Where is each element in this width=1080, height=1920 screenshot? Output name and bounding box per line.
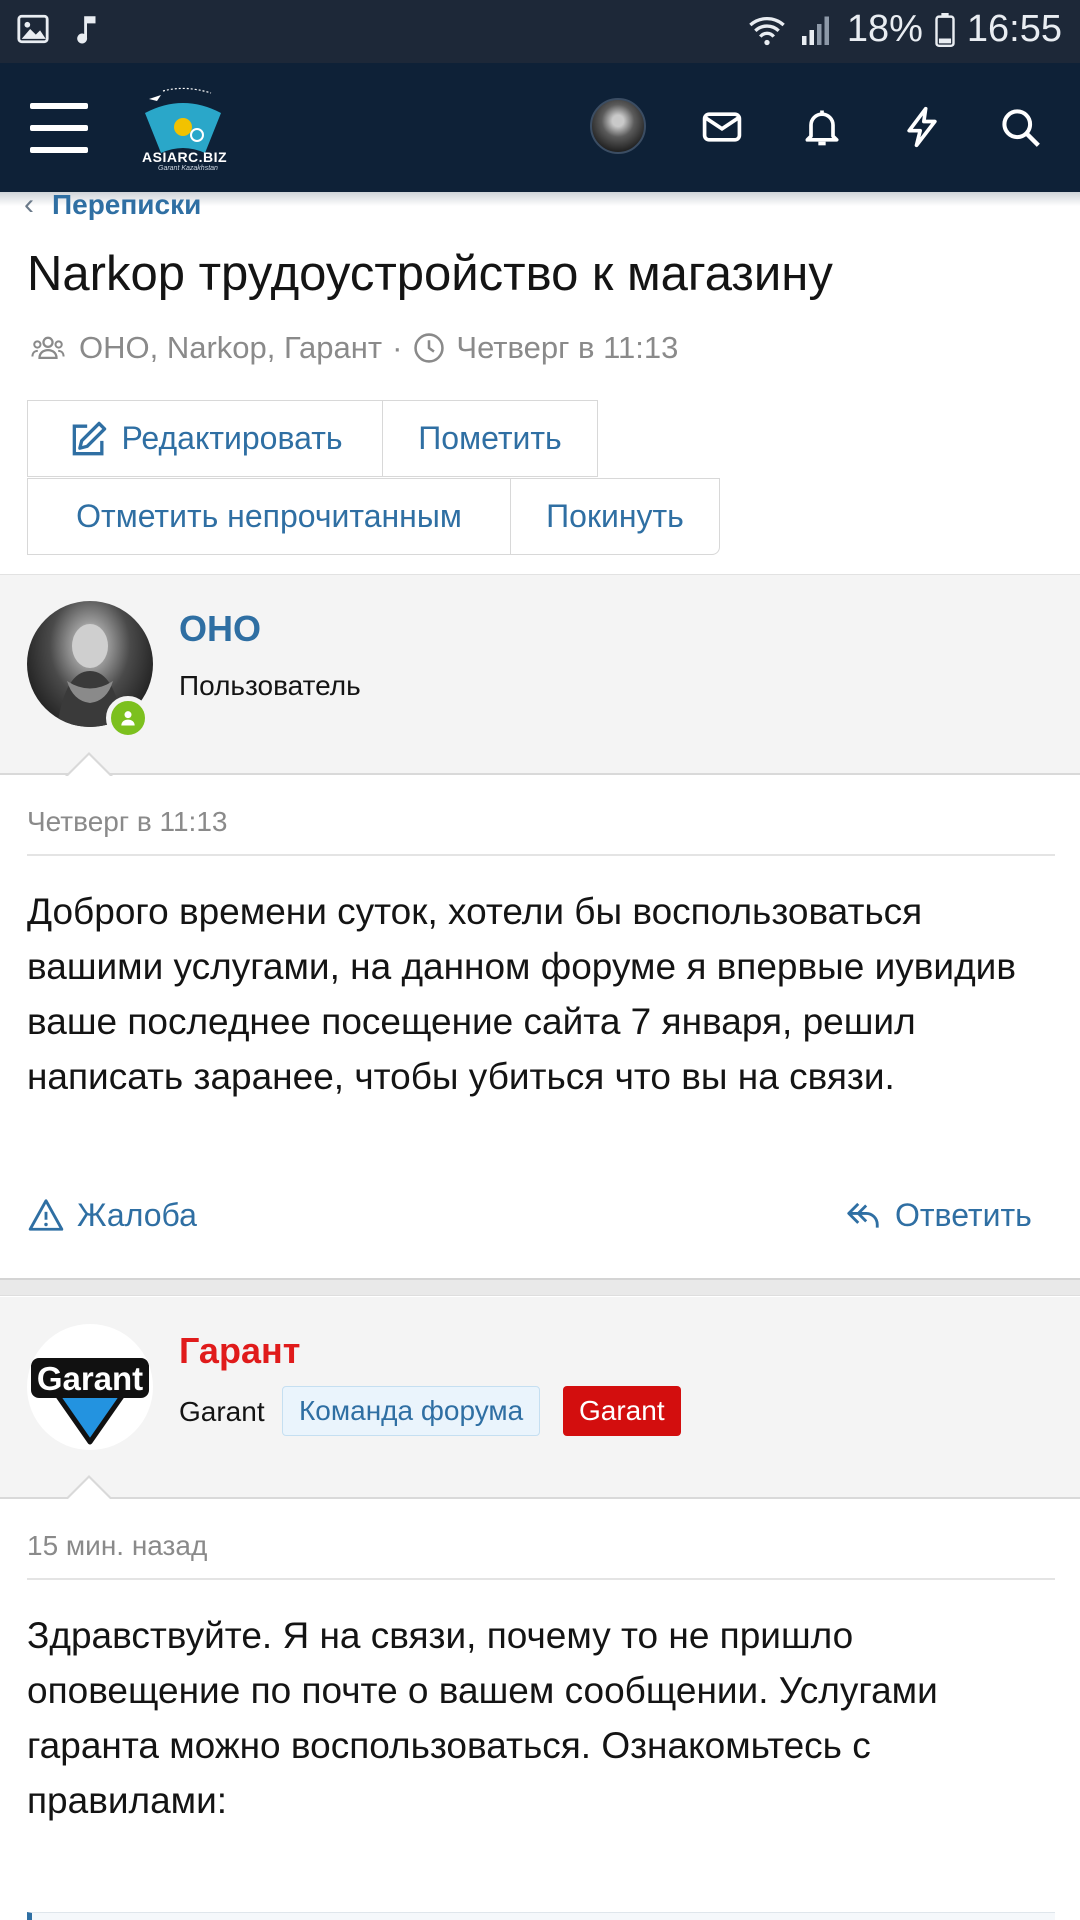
leave-button-label: Покинуть [546,498,684,534]
avatar[interactable]: Garant [27,1324,153,1450]
battery-percent: 18% [846,8,923,50]
status-bar: 18% 16:55 [0,0,1080,63]
bell-icon[interactable] [800,105,844,149]
username-link[interactable]: ОНО [179,608,261,650]
wifi-icon [749,16,785,45]
online-status-icon [106,696,150,740]
mark-unread-button[interactable]: Отметить непрочитанным [27,478,511,555]
warning-icon [28,1199,64,1231]
chevron-left-icon: ‹ [24,188,34,221]
svg-text:Garant: Garant [37,1360,143,1397]
report-label: Жалоба [77,1196,197,1233]
team-badge: Команда форума [282,1386,541,1436]
message-notch-fill [67,755,111,777]
mark-button[interactable]: Пометить [382,400,598,477]
breadcrumb[interactable]: ‹ Переписки [24,188,201,222]
mail-icon[interactable] [700,105,744,149]
report-link[interactable]: Жалоба [27,1196,197,1234]
logo-subtext: Garant Kazakhstan [158,165,218,172]
garant-badge: Garant [563,1386,681,1436]
search-icon[interactable] [998,105,1042,149]
app-bar: ASIARC.BIZ Garant Kazakhstan [0,63,1080,192]
music-note-icon [77,16,96,44]
lightning-icon[interactable] [900,105,944,149]
user-title: Garant [179,1396,265,1427]
message-date[interactable]: Четверг в 11:13 [27,806,227,838]
divider [27,854,1055,856]
edit-button[interactable]: Редактировать [27,400,383,477]
edit-icon [73,421,107,455]
message-separator [0,1278,1080,1296]
edit-button-label: Редактировать [121,420,343,456]
image-icon [17,14,49,44]
reply-link[interactable]: Ответить [843,1196,1032,1234]
message-notch-fill [67,1478,111,1500]
garant-logo: Garant [31,1358,149,1445]
conversation-meta: ОНО, Narkop, Гарант · Четверг в 11:13 [27,330,678,366]
message-body: Доброго времени суток, хотели бы восполь… [27,891,1017,1097]
message-user-band [0,574,1080,775]
mark-button-label: Пометить [418,420,562,456]
user-title: Пользователь [179,670,361,701]
clock: 16:55 [966,8,1062,50]
breadcrumb-label[interactable]: Переписки [52,189,201,221]
users-icon [31,336,65,360]
message-date[interactable]: 15 мин. назад [27,1530,207,1562]
message-body: Здравствуйте. Я на связи, почему то не п… [27,1615,938,1821]
quote-block [27,1912,1055,1920]
signal-icon [801,16,829,45]
leave-button[interactable]: Покинуть [510,478,720,555]
page-title: Narkop трудоустройство к магазину [27,247,833,301]
menu-icon[interactable] [30,103,88,153]
battery-icon [935,12,955,47]
mark-unread-button-label: Отметить непрочитанным [76,498,462,534]
reply-icon [847,1202,879,1228]
participants: ОНО, Narkop, Гарант [79,330,383,365]
divider [27,1578,1055,1580]
conversation-date: Четверг в 11:13 [456,330,679,365]
meta-separator: · [392,330,403,365]
username-link[interactable]: Гарант [179,1330,300,1372]
reply-label: Ответить [895,1196,1032,1233]
clock-icon [414,333,445,363]
logo-text: ASIARC.BIZ [142,149,228,165]
avatar[interactable] [590,98,646,154]
